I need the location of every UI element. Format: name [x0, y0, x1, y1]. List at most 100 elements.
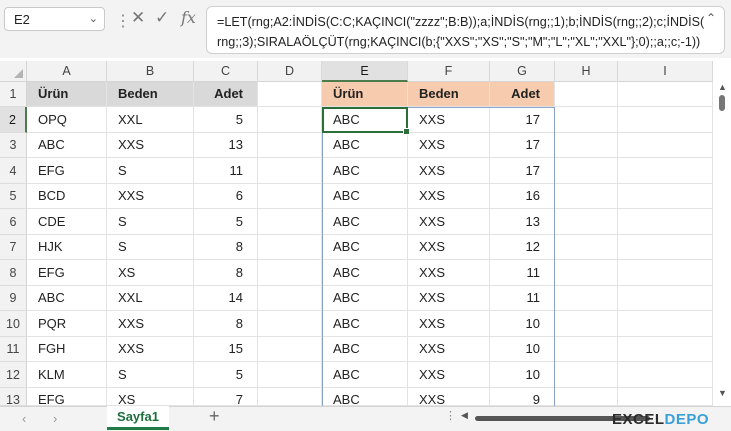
- chevron-up-icon[interactable]: ⌃: [706, 11, 716, 25]
- cell-e1[interactable]: Ürün: [322, 82, 408, 107]
- cell-h4[interactable]: [555, 158, 618, 184]
- cell-e3[interactable]: ABC: [322, 133, 408, 158]
- cell-g8[interactable]: 11: [490, 260, 555, 286]
- cell-f7[interactable]: XXS: [408, 235, 490, 260]
- cell-c1[interactable]: Adet: [194, 82, 258, 107]
- name-box[interactable]: E2 ⌄: [4, 7, 105, 31]
- cell-h13[interactable]: [555, 388, 618, 406]
- cell-a11[interactable]: FGH: [27, 337, 107, 362]
- cell-h1[interactable]: [555, 82, 618, 107]
- scroll-down-icon[interactable]: ▼: [718, 388, 727, 398]
- cell-d3[interactable]: [258, 133, 322, 158]
- cell-e6[interactable]: ABC: [322, 209, 408, 235]
- cell-d7[interactable]: [258, 235, 322, 260]
- cell-i1[interactable]: [618, 82, 713, 107]
- prev-sheet-icon[interactable]: ‹: [22, 411, 26, 426]
- cell-f8[interactable]: XXS: [408, 260, 490, 286]
- cell-i10[interactable]: [618, 311, 713, 337]
- cell-e10[interactable]: ABC: [322, 311, 408, 337]
- cancel-icon[interactable]: ✕: [131, 8, 145, 28]
- cell-d10[interactable]: [258, 311, 322, 337]
- column-header-b[interactable]: B: [107, 61, 194, 82]
- cell-h3[interactable]: [555, 133, 618, 158]
- vertical-scrollbar[interactable]: ▲ ▼: [713, 82, 731, 402]
- scroll-up-icon[interactable]: ▲: [718, 82, 727, 92]
- cell-c6[interactable]: 5: [194, 209, 258, 235]
- cell-e4[interactable]: ABC: [322, 158, 408, 184]
- cell-a1[interactable]: Ürün: [27, 82, 107, 107]
- row-header-4[interactable]: 4: [0, 158, 27, 184]
- row-header-8[interactable]: 8: [0, 260, 27, 286]
- cell-g4[interactable]: 17: [490, 158, 555, 184]
- cell-d6[interactable]: [258, 209, 322, 235]
- cell-d9[interactable]: [258, 286, 322, 311]
- cell-d1[interactable]: [258, 82, 322, 107]
- cell-b2[interactable]: XXL: [107, 107, 194, 133]
- cell-a6[interactable]: CDE: [27, 209, 107, 235]
- cell-i12[interactable]: [618, 362, 713, 388]
- cell-i6[interactable]: [618, 209, 713, 235]
- cell-b5[interactable]: XXS: [107, 184, 194, 209]
- cell-i3[interactable]: [618, 133, 713, 158]
- cell-a4[interactable]: EFG: [27, 158, 107, 184]
- cell-i4[interactable]: [618, 158, 713, 184]
- cell-f12[interactable]: XXS: [408, 362, 490, 388]
- cell-f10[interactable]: XXS: [408, 311, 490, 337]
- cell-b6[interactable]: S: [107, 209, 194, 235]
- cell-i8[interactable]: [618, 260, 713, 286]
- cell-c9[interactable]: 14: [194, 286, 258, 311]
- cell-g1[interactable]: Adet: [490, 82, 555, 107]
- cell-h8[interactable]: [555, 260, 618, 286]
- cell-a13[interactable]: EFG: [27, 388, 107, 406]
- column-header-f[interactable]: F: [408, 61, 490, 82]
- cell-d8[interactable]: [258, 260, 322, 286]
- cell-b9[interactable]: XXL: [107, 286, 194, 311]
- cell-a2[interactable]: OPQ: [27, 107, 107, 133]
- cell-c7[interactable]: 8: [194, 235, 258, 260]
- cell-c3[interactable]: 13: [194, 133, 258, 158]
- cell-i5[interactable]: [618, 184, 713, 209]
- cell-a10[interactable]: PQR: [27, 311, 107, 337]
- column-header-e[interactable]: E: [322, 61, 408, 82]
- cell-h5[interactable]: [555, 184, 618, 209]
- cell-g10[interactable]: 10: [490, 311, 555, 337]
- cell-h11[interactable]: [555, 337, 618, 362]
- checkmark-icon[interactable]: ✓: [155, 8, 169, 28]
- cell-i13[interactable]: [618, 388, 713, 406]
- cell-f11[interactable]: XXS: [408, 337, 490, 362]
- cell-i2[interactable]: [618, 107, 713, 133]
- add-sheet-button[interactable]: +: [209, 406, 220, 427]
- row-header-9[interactable]: 9: [0, 286, 27, 311]
- cell-g9[interactable]: 11: [490, 286, 555, 311]
- cell-d4[interactable]: [258, 158, 322, 184]
- cell-f5[interactable]: XXS: [408, 184, 490, 209]
- cell-h2[interactable]: [555, 107, 618, 133]
- cell-c8[interactable]: 8: [194, 260, 258, 286]
- chevron-down-icon[interactable]: ⌄: [89, 12, 98, 25]
- cell-h9[interactable]: [555, 286, 618, 311]
- cell-f6[interactable]: XXS: [408, 209, 490, 235]
- vertical-scroll-thumb[interactable]: [719, 95, 725, 111]
- active-cell[interactable]: [322, 107, 410, 135]
- cell-g7[interactable]: 12: [490, 235, 555, 260]
- column-header-i[interactable]: I: [618, 61, 713, 82]
- cell-b12[interactable]: S: [107, 362, 194, 388]
- row-header-3[interactable]: 3: [0, 133, 27, 158]
- cell-f13[interactable]: XXS: [408, 388, 490, 406]
- cell-e8[interactable]: ABC: [322, 260, 408, 286]
- cell-g6[interactable]: 13: [490, 209, 555, 235]
- cell-i9[interactable]: [618, 286, 713, 311]
- cell-d13[interactable]: [258, 388, 322, 406]
- cell-b10[interactable]: XXS: [107, 311, 194, 337]
- cell-c11[interactable]: 15: [194, 337, 258, 362]
- cell-a12[interactable]: KLM: [27, 362, 107, 388]
- fill-handle[interactable]: [403, 128, 410, 135]
- cell-c10[interactable]: 8: [194, 311, 258, 337]
- cell-d12[interactable]: [258, 362, 322, 388]
- cell-i7[interactable]: [618, 235, 713, 260]
- cell-e11[interactable]: ABC: [322, 337, 408, 362]
- column-header-h[interactable]: H: [555, 61, 618, 82]
- cell-e5[interactable]: ABC: [322, 184, 408, 209]
- next-sheet-icon[interactable]: ›: [53, 411, 57, 426]
- cell-h7[interactable]: [555, 235, 618, 260]
